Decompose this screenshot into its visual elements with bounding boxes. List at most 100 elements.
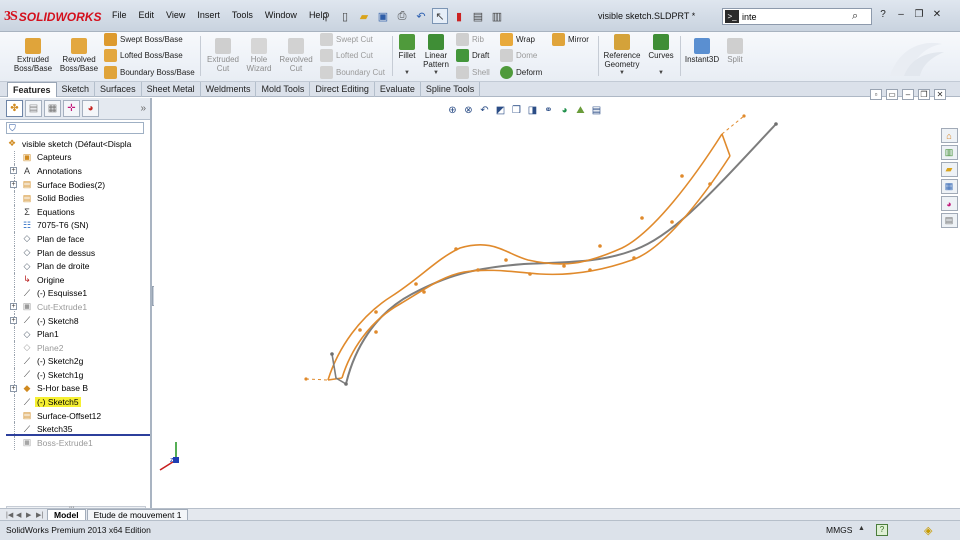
sketch-endpoint[interactable] <box>742 114 746 118</box>
tree-item[interactable]: ◇ Plan de dessus <box>0 245 150 260</box>
tab-surfaces[interactable]: Surfaces <box>95 82 142 97</box>
tree-item[interactable]: + ⟋ (-) Sketch8 <box>0 313 150 328</box>
pin-icon[interactable]: ⚲ <box>318 8 334 24</box>
first-tab-icon[interactable]: |◀ <box>6 511 16 519</box>
feature-manager-tab-icon[interactable]: ✤ <box>6 100 23 117</box>
linear-pattern-dropdown-icon[interactable]: ▼ <box>433 70 439 76</box>
quick-tips-icon[interactable]: ? <box>876 524 888 536</box>
lofted-boss-button[interactable]: Lofted Boss/Base <box>104 48 183 62</box>
tree-item[interactable]: ⟋ (-) Sketch2g <box>0 354 150 369</box>
dome-button[interactable]: Dome <box>500 48 537 62</box>
sketch-point[interactable] <box>598 244 602 248</box>
more-tabs-icon[interactable]: » <box>140 103 146 114</box>
expand-icon[interactable]: + <box>10 167 17 175</box>
sketch-point[interactable] <box>414 282 418 286</box>
tab-motion-study[interactable]: Etude de mouvement 1 <box>86 509 189 520</box>
curves-dropdown-icon[interactable]: ▼ <box>658 70 664 76</box>
tree-item[interactable]: ▣ Boss-Extrude1 <box>0 436 150 450</box>
menu-file[interactable]: File <box>106 10 133 20</box>
tab-direct-editing[interactable]: Direct Editing <box>310 82 375 97</box>
extruded-boss-button[interactable]: Extruded Boss/Base <box>10 38 56 73</box>
next-tab-icon[interactable]: ▶ <box>26 511 36 519</box>
tree-item[interactable]: ⟋ (-) Sketch1g <box>0 368 150 382</box>
reference-geometry-dropdown-icon[interactable]: ▼ <box>619 70 625 76</box>
sketch-point[interactable] <box>476 268 480 272</box>
tree-item[interactable]: ▤ Surface-Offset12 <box>0 408 150 423</box>
command-prompt-icon[interactable]: >_ <box>725 10 739 23</box>
save-icon[interactable]: ▣ <box>375 8 391 24</box>
menu-window[interactable]: Window <box>259 10 303 20</box>
options-icon[interactable]: ▥ <box>489 8 505 24</box>
tree-filter[interactable]: ⛉ <box>6 122 144 134</box>
sketch-point[interactable] <box>358 328 362 332</box>
sketch-point[interactable] <box>504 258 508 262</box>
tab-features[interactable]: Features <box>7 82 57 97</box>
instant3d-button[interactable]: Instant3D <box>682 38 722 64</box>
units-selector[interactable]: MMGS <box>826 525 852 535</box>
search-box[interactable]: >_ ⌕ <box>722 8 872 25</box>
tree-item[interactable]: ☷ 7075-T6 (SN) <box>0 218 150 233</box>
sketch-endpoint[interactable] <box>304 377 308 381</box>
wrap-button[interactable]: Wrap <box>500 32 535 46</box>
sketch-point[interactable] <box>640 216 644 220</box>
sketch-point[interactable] <box>588 268 592 272</box>
tree-item[interactable]: ◇ Plan1 <box>0 327 150 341</box>
draft-button[interactable]: Draft <box>456 48 489 62</box>
curves-button[interactable]: Curves <box>646 34 676 60</box>
menu-edit[interactable]: Edit <box>133 10 161 20</box>
tree-item[interactable]: ↳ Origine <box>0 272 150 287</box>
tree-item[interactable]: + ▣ Cut-Extrude1 <box>0 300 150 314</box>
new-document-icon[interactable]: ▯ <box>337 8 353 24</box>
linear-pattern-button[interactable]: Linear Pattern <box>420 34 452 69</box>
sketch-point[interactable] <box>562 264 566 268</box>
sketch-canvas[interactable]: z <box>154 98 960 510</box>
swept-cut-button[interactable]: Swept Cut <box>320 32 373 46</box>
tab-weldments[interactable]: Weldments <box>201 82 257 97</box>
fillet-dropdown-icon[interactable]: ▼ <box>404 70 410 76</box>
sketch-point[interactable] <box>422 290 426 294</box>
configuration-manager-tab-icon[interactable]: ▦ <box>44 100 61 117</box>
tree-item[interactable]: Σ Equations <box>0 204 150 219</box>
menu-tools[interactable]: Tools <box>226 10 259 20</box>
model-vertex[interactable] <box>774 122 778 126</box>
tree-item[interactable]: + A Annotations <box>0 164 150 178</box>
search-input[interactable] <box>742 11 852 22</box>
reference-geometry-button[interactable]: Reference Geometry <box>600 34 644 69</box>
print-icon[interactable]: ⎙ <box>394 8 410 24</box>
tab-mold-tools[interactable]: Mold Tools <box>256 82 311 97</box>
rib-button[interactable]: Rib <box>456 32 484 46</box>
display-manager-tab-icon[interactable]: ◕ <box>82 100 99 117</box>
menu-insert[interactable]: Insert <box>191 10 226 20</box>
sketch-point[interactable] <box>528 272 532 276</box>
swept-boss-button[interactable]: Swept Boss/Base <box>104 32 183 46</box>
tab-sheet-metal[interactable]: Sheet Metal <box>142 82 201 97</box>
sketch-point[interactable] <box>632 256 636 260</box>
lofted-cut-button[interactable]: Lofted Cut <box>320 48 373 62</box>
mirror-button[interactable]: Mirror <box>552 32 589 46</box>
sketch-outer-curve[interactable] <box>327 133 723 381</box>
last-tab-icon[interactable]: ▶| <box>36 511 46 519</box>
hole-wizard-button[interactable]: Hole Wizard <box>242 38 276 73</box>
shell-button[interactable]: Shell <box>456 65 490 79</box>
revolved-cut-button[interactable]: Revolved Cut <box>277 38 315 73</box>
expand-icon[interactable]: + <box>10 317 17 325</box>
sketch-point[interactable] <box>454 247 458 251</box>
sketch-point[interactable] <box>374 330 378 334</box>
tree-item[interactable]: ⟋ (-) Esquisse1 <box>0 286 150 301</box>
file-properties-icon[interactable]: ▤ <box>470 8 486 24</box>
sketch-point[interactable] <box>708 182 712 186</box>
tab-model[interactable]: Model <box>47 509 86 520</box>
expand-icon[interactable]: + <box>10 384 17 392</box>
tree-item[interactable]: ◇ Plan de face <box>0 232 150 246</box>
tree-item[interactable]: ◇ Plane2 <box>0 340 150 355</box>
sketch-end-cap-top[interactable] <box>721 133 731 157</box>
boundary-cut-button[interactable]: Boundary Cut <box>320 65 385 79</box>
rebuild-icon[interactable]: ▮ <box>451 8 467 24</box>
restore-icon[interactable]: ❐ <box>912 9 926 20</box>
solidworks-logo[interactable]: 3S SOLIDWORKS <box>4 8 101 26</box>
units-dropdown-icon[interactable]: ▲ <box>858 525 865 532</box>
help-icon[interactable]: ? <box>876 9 890 20</box>
boundary-boss-button[interactable]: Boundary Boss/Base <box>104 65 195 79</box>
model-vertex[interactable] <box>330 352 334 356</box>
extruded-cut-button[interactable]: Extruded Cut <box>204 38 242 73</box>
